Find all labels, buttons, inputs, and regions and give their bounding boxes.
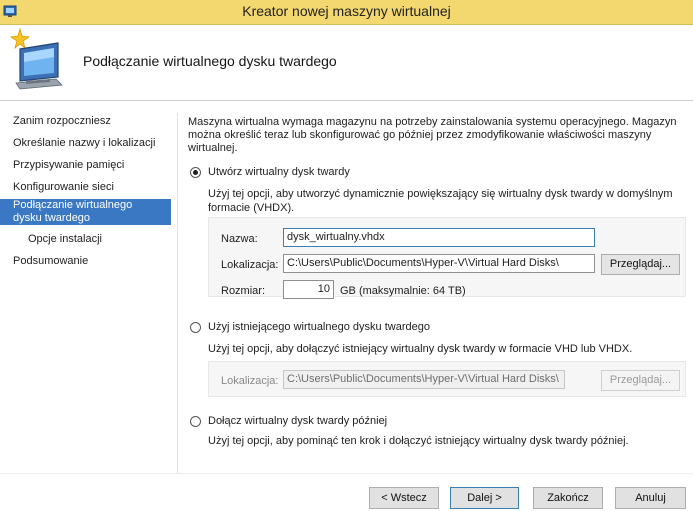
size-label: Rozmiar:	[221, 285, 266, 297]
computer-sparkle-icon	[9, 27, 63, 90]
window-title: Kreator nowej maszyny wirtualnej	[242, 3, 451, 19]
radio-existing-label: Użyj istniejącego wirtualnego dysku twar…	[208, 321, 430, 333]
later-description: Użyj tej opcji, aby pominąć ten krok i d…	[208, 435, 629, 447]
size-unit-text: GB (maksymalnie: 64 TB)	[340, 285, 466, 297]
cancel-button[interactable]: Anuluj	[615, 487, 686, 509]
browse-button[interactable]: Przeglądaj...	[601, 254, 680, 275]
radio-create-disk[interactable]: Utwórz wirtualny dysk twardy	[190, 165, 350, 179]
radio-indicator[interactable]	[190, 415, 201, 427]
wizard-steps-nav: Zanim rozpoczniesz Określanie nazwy i lo…	[0, 101, 172, 473]
finish-button[interactable]: Zakończ	[533, 487, 603, 509]
nav-step-virtual-disk[interactable]: Podłączanie wirtualnego dysku twardego	[0, 199, 171, 225]
name-input[interactable]: dysk_wirtualny.vhdx	[283, 228, 595, 247]
nav-step-name-location[interactable]: Określanie nazwy i lokalizacji	[0, 137, 171, 150]
nav-step-summary[interactable]: Podsumowanie	[0, 255, 171, 268]
create-description: Użyj tej opcji, aby utworzyć dynamicznie…	[208, 188, 673, 214]
radio-attach-later[interactable]: Dołącz wirtualny dysk twardy później	[190, 414, 387, 428]
footer-divider	[0, 473, 693, 474]
name-label: Nazwa:	[221, 233, 258, 245]
intro-text: Maszyna wirtualna wymaga magazynu na pot…	[188, 116, 677, 154]
main-content: Maszyna wirtualna wymaga magazynu na pot…	[188, 101, 688, 473]
existing-location-label: Lokalizacja:	[221, 375, 279, 387]
wizard-header: Podłączanie wirtualnego dysku twardego	[0, 25, 693, 101]
nav-step-before-you-begin[interactable]: Zanim rozpoczniesz	[0, 115, 171, 128]
back-button[interactable]: < Wstecz	[369, 487, 439, 509]
location-input[interactable]: C:\Users\Public\Documents\Hyper-V\Virtua…	[283, 254, 595, 273]
nav-step-networking[interactable]: Konfigurowanie sieci	[0, 181, 171, 194]
radio-indicator[interactable]	[190, 321, 201, 333]
size-input[interactable]: 10	[283, 280, 334, 299]
existing-description: Użyj tej opcji, aby dołączyć istniejący …	[208, 343, 633, 355]
nav-step-installation-options[interactable]: Opcje instalacji	[0, 233, 171, 246]
existing-disk-panel: Lokalizacja: C:\Users\Public\Documents\H…	[208, 361, 686, 397]
page-title: Podłączanie wirtualnego dysku twardego	[83, 53, 337, 69]
location-label: Lokalizacja:	[221, 259, 279, 271]
existing-location-input[interactable]: C:\Users\Public\Documents\Hyper-V\Virtua…	[283, 370, 565, 389]
radio-indicator[interactable]	[190, 166, 201, 178]
create-disk-panel: Nazwa: dysk_wirtualny.vhdx Lokalizacja: …	[208, 217, 686, 299]
title-bar: Kreator nowej maszyny wirtualnej	[0, 0, 693, 25]
existing-browse-button[interactable]: Przeglądaj...	[601, 370, 680, 391]
radio-later-label: Dołącz wirtualny dysk twardy później	[208, 415, 388, 427]
nav-step-memory[interactable]: Przypisywanie pamięci	[0, 159, 171, 172]
next-button[interactable]: Dalej >	[450, 487, 519, 509]
sidebar-divider	[177, 113, 178, 473]
radio-existing-disk[interactable]: Użyj istniejącego wirtualnego dysku twar…	[190, 320, 430, 334]
radio-create-label: Utwórz wirtualny dysk twardy	[208, 166, 350, 178]
